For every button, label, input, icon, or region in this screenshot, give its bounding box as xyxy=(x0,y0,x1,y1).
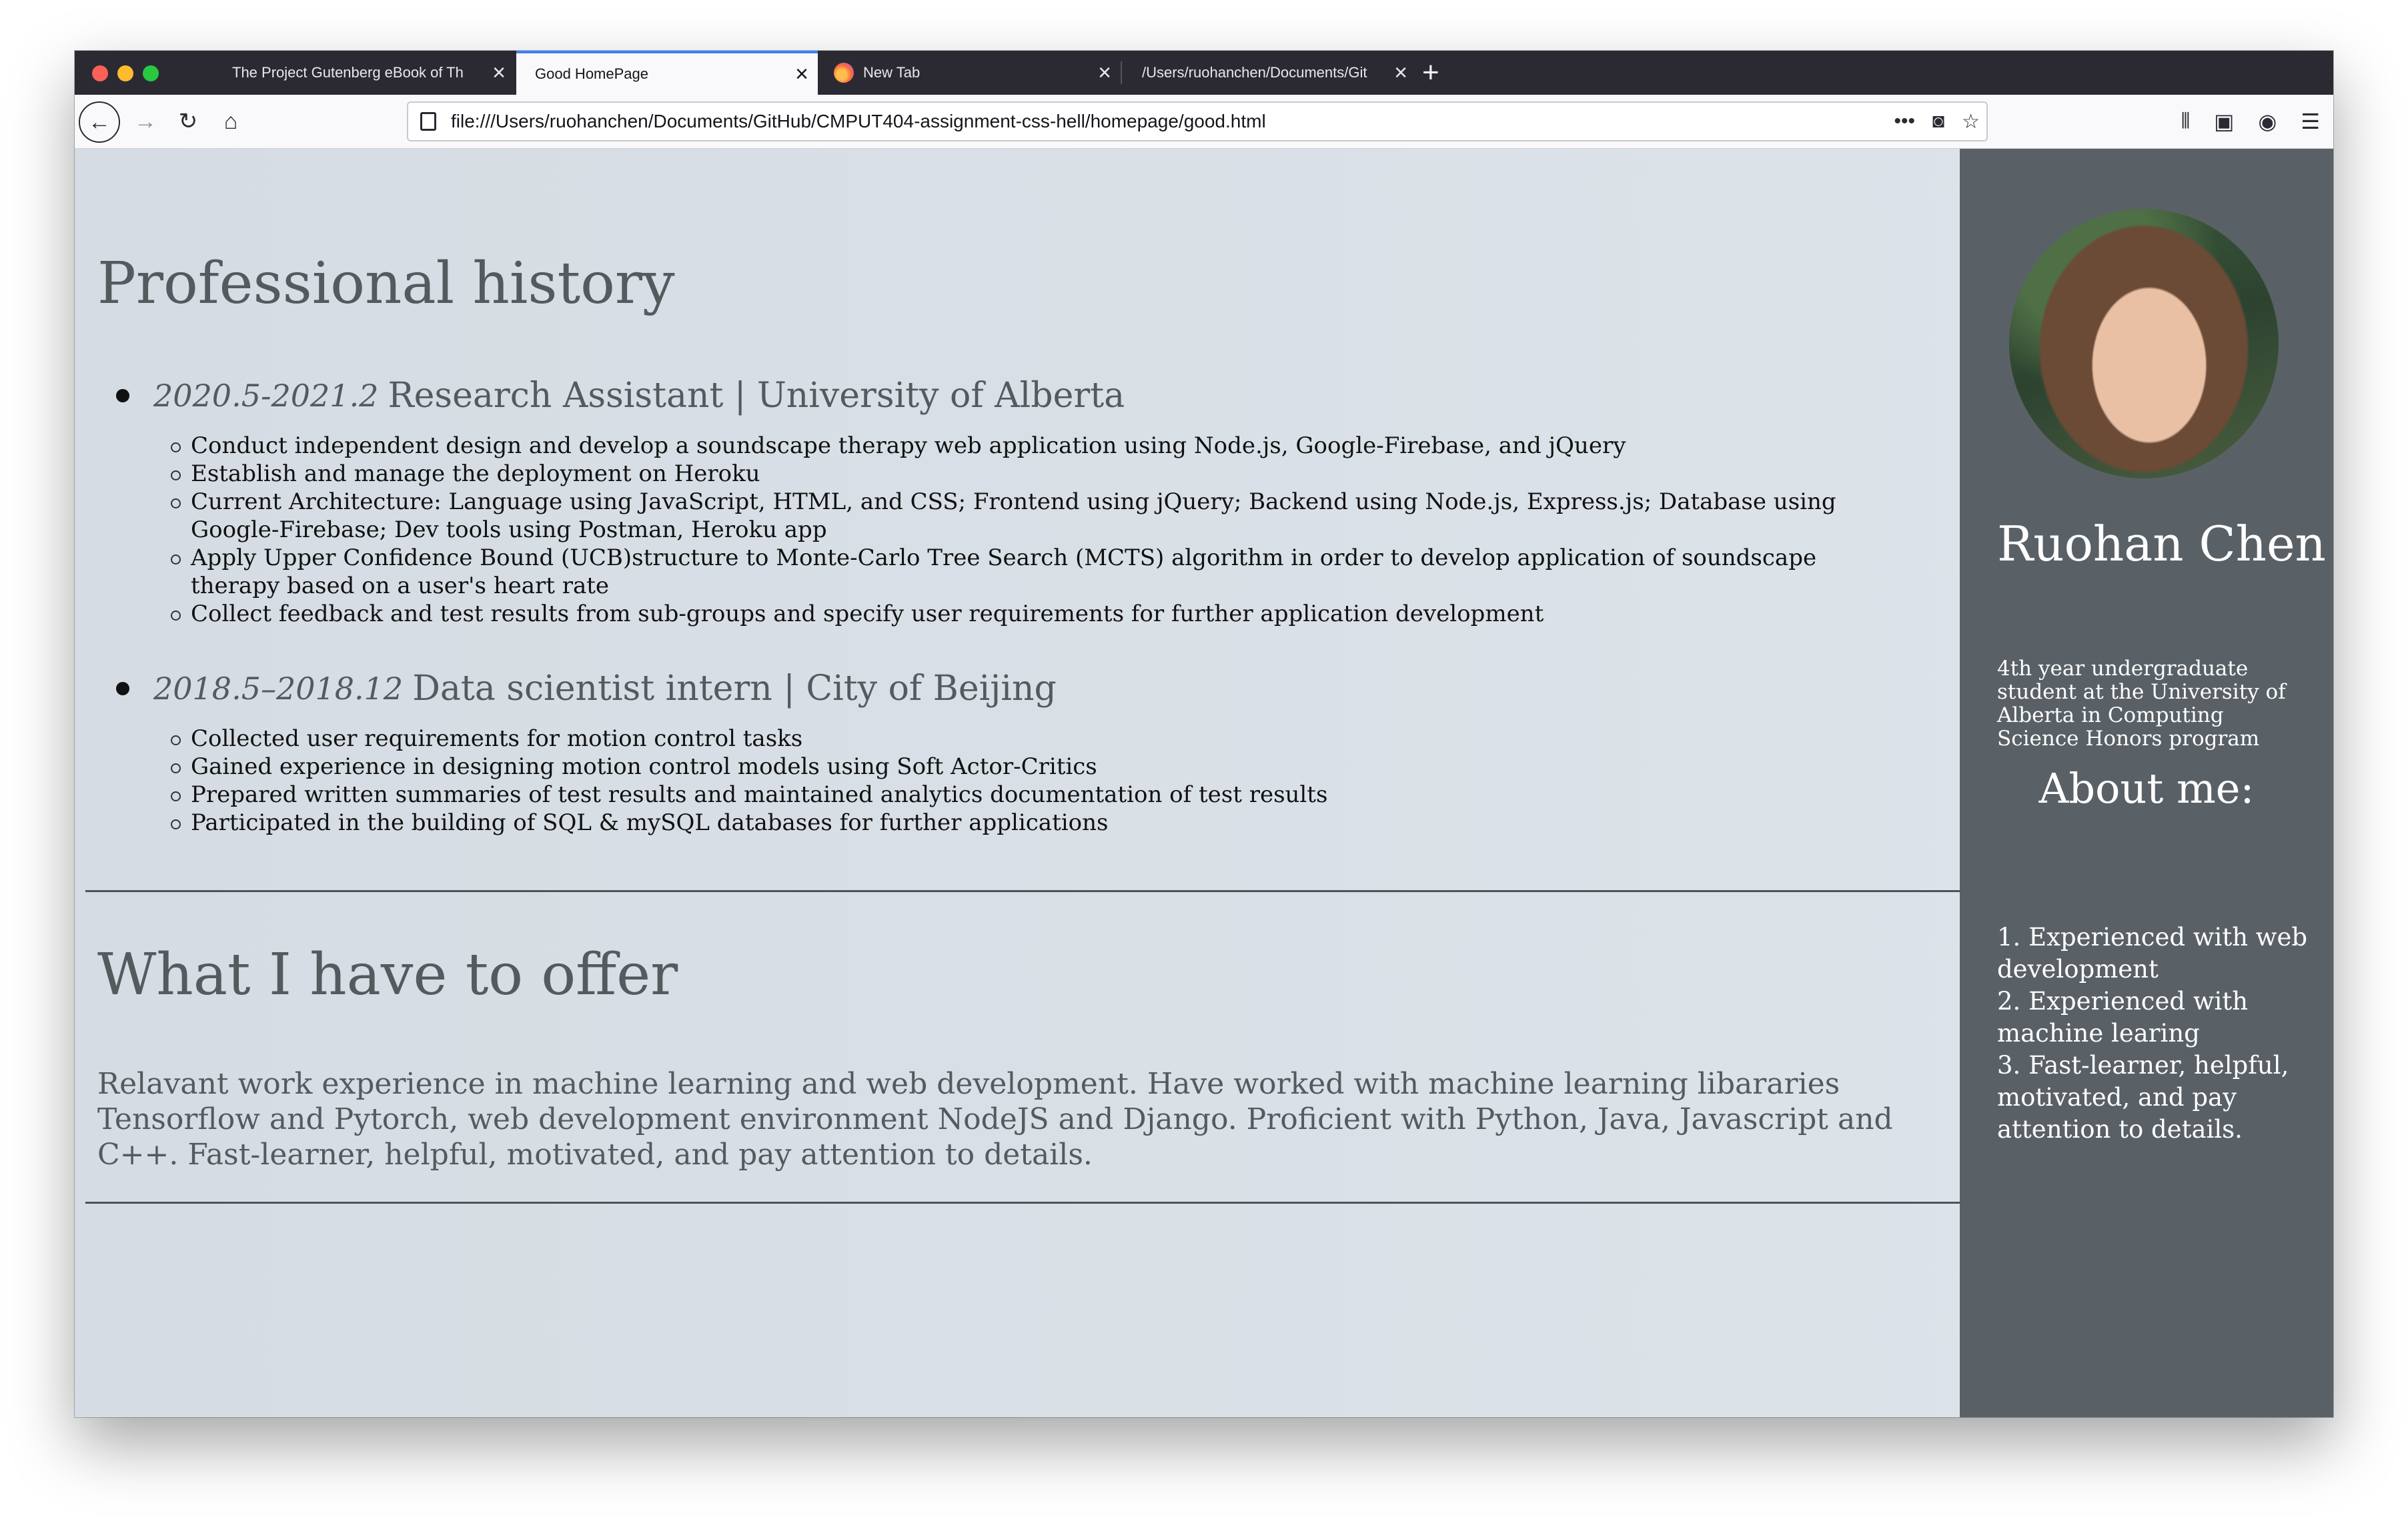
list-item: Collect feedback and test results from s… xyxy=(171,600,1898,628)
profile-tagline: 4th year undergraduate student at the Un… xyxy=(1997,657,2286,751)
hamburger-menu-icon[interactable]: ☰ xyxy=(2301,109,2320,134)
zoom-window-button[interactable] xyxy=(143,65,159,81)
browser-window: The Project Gutenberg eBook of Th × Good… xyxy=(75,51,2333,1417)
list-item: 1. Experienced with web development xyxy=(1997,923,2308,984)
page-content: Professional history 2020.5-2021.2 Resea… xyxy=(75,149,2333,1417)
tab-title: Good HomePage xyxy=(535,65,648,82)
navigation-toolbar: ← → ↻ ⌂ file:///Users/ruohanchen/Documen… xyxy=(75,95,2333,149)
tab-strip: The Project Gutenberg eBook of Th × Good… xyxy=(75,51,2333,95)
close-icon[interactable]: × xyxy=(1098,61,1111,84)
tab-title: /Users/ruohanchen/Documents/Git xyxy=(1142,64,1367,81)
about-heading: About me: xyxy=(2038,764,2255,813)
tab-gutenberg[interactable]: The Project Gutenberg eBook of Th × xyxy=(213,51,515,95)
tab-separator xyxy=(1121,61,1122,84)
pocket-icon[interactable]: ◙ xyxy=(1932,110,1944,133)
tab-title: New Tab xyxy=(863,64,921,81)
tab-title: The Project Gutenberg eBook of Th xyxy=(232,64,464,81)
sidebar-icon[interactable]: ▣ xyxy=(2214,109,2234,134)
profile-name: Ruohan Chen xyxy=(1997,516,2326,572)
section-divider xyxy=(85,1202,1960,1204)
reload-icon[interactable]: ↻ xyxy=(173,107,203,136)
close-icon[interactable]: × xyxy=(795,63,808,85)
about-list: 1. Experienced with web development 2. E… xyxy=(1997,921,2311,1146)
more-icon[interactable]: ••• xyxy=(1894,110,1915,133)
list-item: 2. Experienced with machine learing xyxy=(1997,987,2249,1048)
bullet-icon xyxy=(116,682,129,695)
forward-arrow-icon[interactable]: → xyxy=(131,107,160,136)
tab-local-file[interactable]: /Users/ruohanchen/Documents/Git × xyxy=(1123,51,1417,95)
offer-paragraph: Relavant work experience in machine lear… xyxy=(97,1067,1893,1172)
profile-sidebar: Ruohan Chen 4th year undergraduate stude… xyxy=(1960,149,2333,1417)
tab-new-tab[interactable]: New Tab × xyxy=(819,51,1121,95)
close-icon[interactable]: × xyxy=(492,61,506,84)
job-header: 2018.5–2018.12 Data scientist intern | C… xyxy=(116,669,1917,709)
tab-good-homepage[interactable]: Good HomePage × xyxy=(516,51,818,95)
main-column: Professional history 2020.5-2021.2 Resea… xyxy=(75,149,1960,1417)
home-icon[interactable]: ⌂ xyxy=(216,107,245,136)
star-icon[interactable]: ☆ xyxy=(1962,110,1980,133)
section-divider xyxy=(85,890,1960,892)
job-date: 2018.5–2018.12 xyxy=(153,671,404,707)
list-item: Establish and manage the deployment on H… xyxy=(171,460,1898,488)
job-title: Research Assistant | University of Alber… xyxy=(388,376,1125,416)
close-icon[interactable]: × xyxy=(1394,61,1407,84)
firefox-icon xyxy=(834,63,854,83)
list-item: Apply Upper Confidence Bound (UCB)struct… xyxy=(171,544,1898,600)
library-icon[interactable]: ⫴ xyxy=(2181,109,2190,134)
list-item: 3. Fast-learner, helpful, motivated, and… xyxy=(1997,1051,2289,1144)
offer-heading: What I have to offer xyxy=(97,941,678,1008)
url-bar[interactable]: file:///Users/ruohanchen/Documents/GitHu… xyxy=(407,101,1988,141)
job-duties-list: Conduct independent design and develop a… xyxy=(116,432,1917,628)
list-item: Gained experience in designing motion co… xyxy=(171,753,1898,781)
back-arrow-icon[interactable]: ← xyxy=(79,101,120,143)
job-header: 2020.5-2021.2 Research Assistant | Unive… xyxy=(116,376,1917,416)
professional-history-heading: Professional history xyxy=(97,250,675,317)
list-item: Participated in the building of SQL & my… xyxy=(171,809,1898,837)
job-entry: 2020.5-2021.2 Research Assistant | Unive… xyxy=(116,376,1917,628)
page-icon xyxy=(420,112,436,131)
job-title: Data scientist intern | City of Beijing xyxy=(412,669,1057,709)
list-item: Current Architecture: Language using Jav… xyxy=(171,488,1898,544)
new-tab-icon[interactable]: + xyxy=(1422,55,1439,91)
job-entry: 2018.5–2018.12 Data scientist intern | C… xyxy=(116,669,1917,837)
close-window-button[interactable] xyxy=(92,65,108,81)
url-text[interactable]: file:///Users/ruohanchen/Documents/GitHu… xyxy=(451,111,1266,132)
list-item: Collected user requirements for motion c… xyxy=(171,725,1898,753)
list-item: Prepared written summaries of test resul… xyxy=(171,781,1898,809)
job-duties-list: Collected user requirements for motion c… xyxy=(116,725,1917,837)
bullet-icon xyxy=(116,389,129,402)
avatar xyxy=(2009,209,2279,478)
account-icon[interactable]: ◉ xyxy=(2258,109,2277,134)
list-item: Conduct independent design and develop a… xyxy=(171,432,1898,460)
job-date: 2020.5-2021.2 xyxy=(153,378,379,414)
minimize-window-button[interactable] xyxy=(117,65,133,81)
